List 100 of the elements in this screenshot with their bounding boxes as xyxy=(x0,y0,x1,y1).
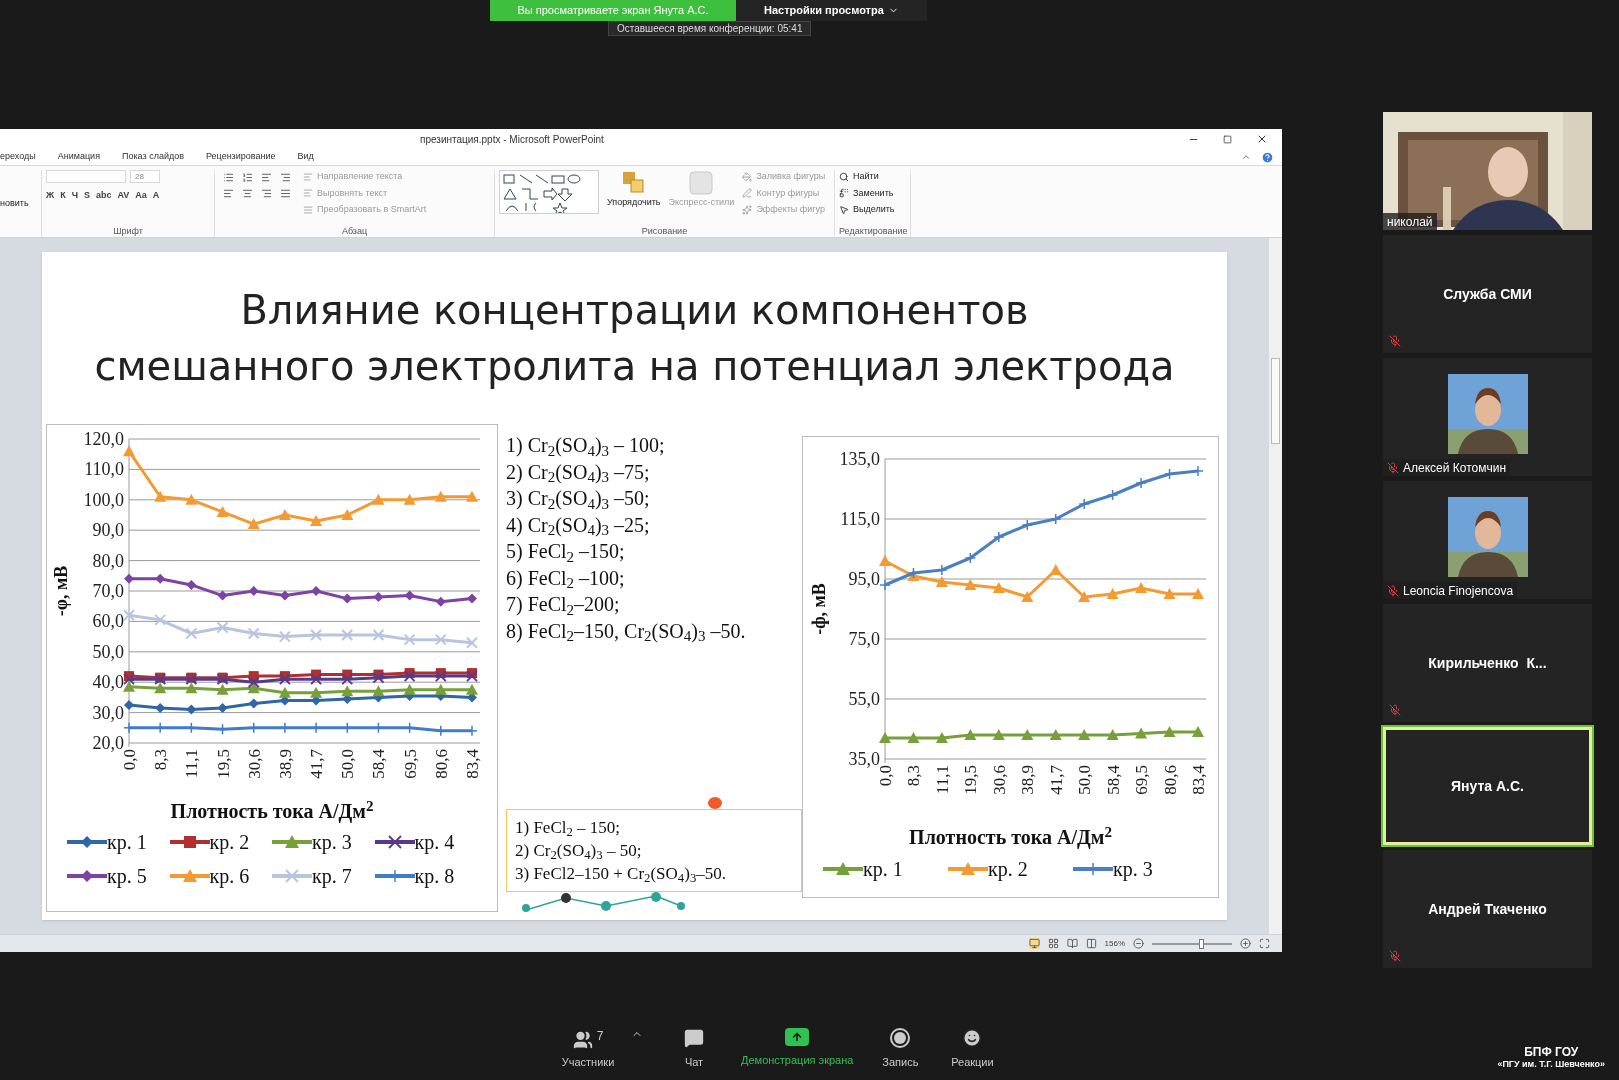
tick-label: 100,0 xyxy=(83,489,124,510)
tick-label: 70,0 xyxy=(92,581,124,601)
tick-label: 11,1 xyxy=(932,765,952,795)
tick-label: 8,3 xyxy=(904,765,924,787)
window-title: презинтация.pptx - Microsoft PowerPoint xyxy=(420,132,604,147)
tick-label: 80,0 xyxy=(92,550,124,571)
legend-label: кр. 4 xyxy=(414,830,455,856)
zoom-level[interactable]: 156% xyxy=(1104,937,1125,950)
legend-label: кр. 3 xyxy=(312,830,352,856)
ribbon-tab[interactable]: Рецензирование xyxy=(205,150,276,164)
tick-label: 110,0 xyxy=(84,459,124,480)
legend-label: кр. 7 xyxy=(312,864,352,890)
toolbar-button[interactable]: Демонстрация экрана xyxy=(741,1027,854,1070)
legend-label: кр. 2 xyxy=(209,830,250,856)
legend-label: кр. 3 xyxy=(1113,857,1153,883)
tick-label: 80,6 xyxy=(1160,765,1180,795)
legend-label: кр. 1 xyxy=(107,830,147,856)
tick-label: 30,6 xyxy=(989,765,1009,795)
participant-name: Служба СМИ xyxy=(1443,284,1532,304)
legend-label: кр. 8 xyxy=(414,864,455,890)
ribbon-command[interactable]: Выделить xyxy=(839,203,906,217)
list-item: 2) Cr$_{2}$(SO$_{4}$)$_{3}$ –75; xyxy=(506,459,651,485)
participant-name: Алексей Котомчин xyxy=(1403,459,1507,476)
participant-tile[interactable]: Алексей Котомчин xyxy=(1383,358,1592,476)
tick-label: 58,4 xyxy=(369,749,389,779)
participant-name: Янута А.С. xyxy=(1451,776,1524,796)
sharing-notice: Вы просматриваете экран Янута А.С. xyxy=(517,3,709,19)
list-item: 3) Cr$_{2}$(SO$_{4}$)$_{3}$ –50; xyxy=(506,486,651,512)
format-button[interactable]: Ч xyxy=(71,189,78,203)
format-button[interactable]: К xyxy=(60,189,66,203)
participant-name: Андрей Ткаченко xyxy=(1428,899,1547,919)
slide-title: Влияние концентрации компонентов xyxy=(240,286,1029,335)
ribbon-command[interactable]: Заменить xyxy=(839,186,906,200)
participant-tile[interactable]: николай xyxy=(1383,112,1592,230)
tick-label: 19,5 xyxy=(213,749,233,779)
axis-title: -φ, мВ xyxy=(51,565,71,617)
list-item: 7) FeCl$_{2}$–200; xyxy=(506,592,621,618)
toolbar-button[interactable]: Реакции xyxy=(947,1027,998,1070)
participant-name: Leoncia Finojencova xyxy=(1403,582,1514,599)
tick-label: 83,4 xyxy=(463,749,482,779)
participant-tile[interactable]: Янута А.С. xyxy=(1383,727,1592,845)
note-line: 1) FeCl$_{2}$ – 150; xyxy=(515,817,622,839)
tick-label: 38,9 xyxy=(275,749,295,779)
tick-label: 30,6 xyxy=(244,749,264,779)
tick-label: 120,0 xyxy=(83,429,124,449)
time-tooltip: Оставшееся время конференции: 05:41 xyxy=(608,21,812,36)
participant-tile[interactable]: Служба СМИ xyxy=(1383,235,1592,353)
axis-title: Плотность тока А/Дм$^{2}$ xyxy=(169,797,375,825)
legend-label: кр. 6 xyxy=(209,864,250,890)
ribbon-command[interactable]: Упорядочить xyxy=(607,196,661,210)
ribbon-command[interactable]: Найти xyxy=(839,170,906,184)
tick-label: 60,0 xyxy=(92,611,124,632)
participant-tile[interactable]: Leoncia Finojencova xyxy=(1383,481,1592,599)
group-label: Рисование xyxy=(640,226,689,237)
font-size-field[interactable]: 28 xyxy=(130,170,160,183)
tick-label: 55,0 xyxy=(848,689,880,709)
tick-label: 50,0 xyxy=(338,749,358,779)
ribbon-tab[interactable]: ереходы xyxy=(0,150,36,164)
tick-label: 90,0 xyxy=(92,520,124,541)
tick-label: 30,0 xyxy=(92,702,124,723)
toolbar-button[interactable]: Запись xyxy=(875,1027,926,1070)
note-line: 2) Cr$_{2}$(SO$_{4}$)$_{3}$ – 50; xyxy=(515,840,643,862)
participant-tile[interactable]: Кирильченко К... xyxy=(1383,604,1592,722)
tick-label: 11,1 xyxy=(182,749,202,779)
format-button[interactable]: Ж xyxy=(46,189,55,203)
view-options-button[interactable]: Настройки просмотра xyxy=(736,0,927,21)
format-button[interactable]: abc xyxy=(96,189,112,203)
list-item: 4) Cr$_{2}$(SO$_{4}$)$_{3}$ –25; xyxy=(506,512,651,538)
group-label: Редактирование xyxy=(839,226,906,237)
org-label: «ПГУ им. Т.Г. Шевченко» xyxy=(1497,1059,1605,1070)
format-button[interactable]: A xyxy=(152,189,160,203)
participant-tile[interactable]: Андрей Ткаченко xyxy=(1383,850,1592,968)
format-button[interactable]: S xyxy=(83,189,90,203)
format-button[interactable]: Aa xyxy=(135,189,147,203)
list-item: 8) FeCl$_{2}$–150, Cr$_{2}$(SO$_{4}$)$_{3}$ –50. xyxy=(506,618,747,644)
participant-name: николай xyxy=(1387,213,1433,230)
tick-label: 58,4 xyxy=(1103,765,1123,795)
axis-title: -ф, мВ xyxy=(809,583,829,635)
group-label: Абзац xyxy=(340,226,369,237)
legend-label: кр. 2 xyxy=(988,857,1028,883)
tick-label: 50,0 xyxy=(92,641,124,662)
tick-label: 38,9 xyxy=(1018,765,1038,795)
tick-label: 41,7 xyxy=(1046,765,1066,795)
participant-name: Кирильченко К... xyxy=(1428,653,1547,673)
ribbon-tab[interactable]: Вид xyxy=(297,150,314,164)
ribbon-tab[interactable]: Показ слайдов xyxy=(122,150,184,164)
tick-label: 83,4 xyxy=(1189,765,1208,795)
ribbon-tab[interactable]: Анимация xyxy=(57,150,100,164)
tick-label: 50,0 xyxy=(1075,765,1095,795)
format-button[interactable]: AV xyxy=(117,189,130,203)
tick-label: 8,3 xyxy=(151,749,171,771)
note-line: 3) FeCl2–150 + Cr$_{2}$(SO$_{4}$)$_{3}$–50. xyxy=(515,863,727,885)
participants-button[interactable]: 7 Участники xyxy=(553,1029,623,1070)
tick-label: 40,0 xyxy=(92,672,124,693)
ribbon-command[interactable]: новить xyxy=(0,196,29,211)
toolbar-button[interactable]: Чат xyxy=(669,1027,719,1070)
tick-label: 69,5 xyxy=(1132,765,1152,795)
tick-label: 135,0 xyxy=(839,449,880,469)
list-item: 6) FeCl$_{2}$ –100; xyxy=(506,565,626,591)
tick-label: 69,5 xyxy=(400,749,420,779)
